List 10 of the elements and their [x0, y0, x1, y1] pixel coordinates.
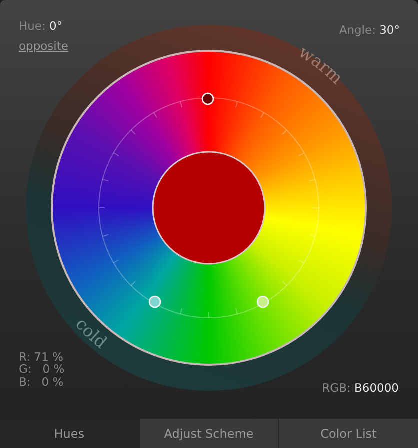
tab[interactable]: Adjust Scheme — [138, 419, 278, 448]
tab[interactable]: Color List — [278, 419, 418, 448]
hue-readout: Hue: 0° — [19, 18, 64, 35]
rgb-readout: RGB: B60000 — [322, 381, 399, 395]
channel-percent: R: 71 % — [19, 351, 64, 364]
cold-label: cold — [71, 314, 111, 354]
channel-percent: B: 0 % — [19, 376, 65, 388]
channel-percent: G: 0 % — [19, 363, 65, 376]
angle-readout: Angle: 30° — [339, 23, 400, 37]
opposite-link[interactable]: opposite — [19, 38, 68, 56]
